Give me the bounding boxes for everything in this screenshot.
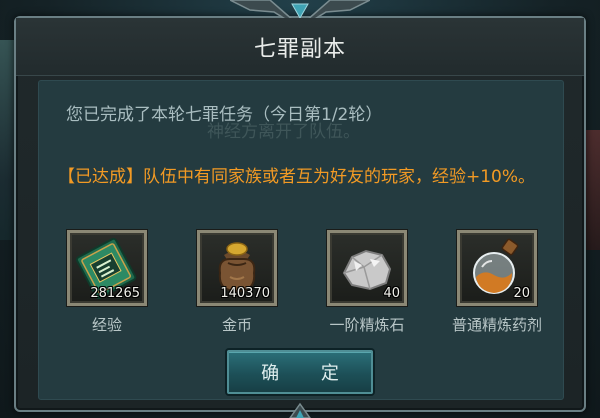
- reward-item-refining-stone[interactable]: 40 一阶精炼石: [316, 230, 418, 340]
- bonus-message: 【已达成】队伍中有同家族或者互为好友的玩家，经验+10%。: [58, 167, 536, 187]
- background-scenery-right: [586, 130, 600, 250]
- reward-slot[interactable]: 140370: [197, 230, 277, 306]
- confirm-button[interactable]: 确 定: [227, 350, 373, 394]
- dialog-title-bar: 七罪副本: [16, 18, 584, 76]
- completion-message: 您已完成了本轮七罪任务（今日第1/2轮）: [66, 105, 383, 125]
- reward-label: 一阶精炼石: [329, 316, 405, 334]
- dialog-title: 七罪副本: [253, 36, 346, 62]
- game-screen: 七罪副本 神经方离开了队伍。 您已完成了本轮七罪任务（今日第1/2轮） 【已达成…: [0, 0, 600, 418]
- reward-slot[interactable]: 40: [327, 230, 407, 306]
- reward-count: 20: [513, 286, 530, 301]
- bottom-ornament: [289, 402, 311, 418]
- reward-count: 40: [383, 286, 400, 301]
- reward-slot[interactable]: 281265: [67, 230, 147, 306]
- reward-count: 281265: [90, 286, 140, 301]
- reward-slot[interactable]: 20: [457, 230, 537, 306]
- reward-label: 经验: [91, 316, 122, 334]
- reward-item-experience[interactable]: 281265 经验: [56, 230, 158, 340]
- reward-label: 普通精炼药剂: [451, 316, 542, 334]
- reward-count: 140370: [220, 286, 270, 301]
- reward-item-gold[interactable]: 140370 金币: [186, 230, 288, 340]
- reward-item-refining-potion[interactable]: 20 普通精炼药剂: [446, 230, 548, 340]
- reward-list: 281265 经验 140370 金币 40 一阶精炼石 20 普通精炼药剂: [56, 230, 566, 340]
- reward-label: 金币: [221, 316, 252, 334]
